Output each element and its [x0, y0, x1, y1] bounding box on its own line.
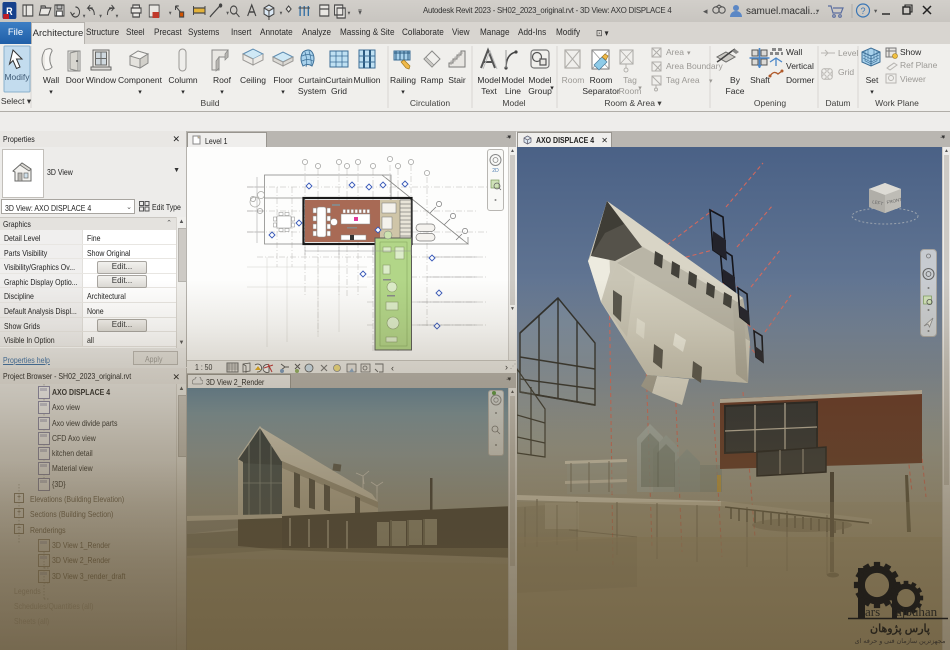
- svg-text:Dormer: Dormer: [786, 75, 815, 85]
- svg-text:Mullion: Mullion: [354, 75, 381, 85]
- svg-text:Wall: Wall: [786, 47, 802, 57]
- svg-text:Curtain: Curtain: [298, 75, 326, 85]
- svg-text:Select ▾: Select ▾: [1, 96, 32, 106]
- svg-text:Floor: Floor: [273, 75, 293, 85]
- svg-text:Window: Window: [86, 75, 117, 85]
- svg-text:▾: ▾: [138, 89, 142, 96]
- svg-text:Door: Door: [66, 75, 85, 85]
- svg-text:▾: ▾: [49, 89, 53, 96]
- svg-text:Circulation: Circulation: [410, 98, 450, 108]
- svg-text:‹: ‹: [391, 363, 394, 373]
- svg-text:Column: Column: [168, 75, 198, 85]
- svg-text:System: System: [298, 86, 326, 96]
- svg-text:Wall: Wall: [43, 75, 59, 85]
- svg-text:▾: ▾: [401, 89, 405, 96]
- svg-text:▾: ▾: [348, 11, 351, 18]
- svg-text:ajouhan: ajouhan: [896, 604, 938, 619]
- svg-text:مجهزترین سازمان فنی و حرفه ای: مجهزترین سازمان فنی و حرفه ای: [855, 637, 946, 645]
- svg-text:Room: Room: [590, 75, 613, 85]
- svg-text:2D: 2D: [492, 168, 499, 174]
- svg-text:Text: Text: [481, 86, 497, 96]
- svg-text:▾: ▾: [99, 14, 102, 21]
- svg-text:▾: ▾: [816, 8, 820, 15]
- svg-text:samuel.macali...: samuel.macali...: [746, 6, 818, 17]
- svg-text:Group: Group: [528, 86, 552, 96]
- svg-text:Ramp: Ramp: [421, 75, 444, 85]
- svg-text:Stair: Stair: [448, 75, 466, 85]
- svg-text:Area Boundary: Area Boundary: [666, 61, 723, 71]
- svg-text:Tag: Tag: [623, 75, 637, 85]
- svg-text:Work Plane: Work Plane: [875, 98, 919, 108]
- svg-text:Area: Area: [666, 47, 684, 57]
- svg-text:▾: ▾: [181, 89, 185, 96]
- svg-text:Grid: Grid: [331, 86, 347, 96]
- svg-text:▾: ▾: [280, 11, 283, 18]
- svg-text:?: ?: [860, 6, 865, 16]
- svg-text:ars: ars: [865, 604, 880, 619]
- svg-text:Level: Level: [838, 48, 858, 58]
- svg-text:▾: ▾: [169, 11, 172, 18]
- svg-text:Model: Model: [477, 75, 500, 85]
- svg-text:Viewer: Viewer: [900, 74, 926, 84]
- svg-text:Railing: Railing: [390, 75, 416, 85]
- svg-text:▾: ▾: [638, 85, 642, 92]
- svg-text:▾: ▾: [870, 89, 874, 96]
- svg-text:▾: ▾: [226, 11, 229, 18]
- svg-text:Modify: Modify: [4, 72, 30, 82]
- svg-text:By: By: [730, 75, 741, 85]
- svg-text:Model: Model: [502, 98, 525, 108]
- svg-text:Room & Area ▾: Room & Area ▾: [604, 98, 662, 108]
- svg-text:▾: ▾: [687, 50, 691, 57]
- svg-text:Build: Build: [201, 98, 220, 108]
- svg-text:Tag Area: Tag Area: [666, 75, 700, 85]
- svg-text:Ceiling: Ceiling: [240, 75, 266, 85]
- svg-text:Component: Component: [118, 75, 163, 85]
- svg-text:▾: ▾: [281, 89, 285, 96]
- svg-text:Model: Model: [501, 75, 524, 85]
- svg-text:Set: Set: [866, 75, 879, 85]
- svg-text:▾: ▾: [220, 89, 224, 96]
- svg-text:Model: Model: [528, 75, 551, 85]
- svg-text:Opening: Opening: [754, 98, 786, 108]
- svg-text:پارس پژوهان: پارس پژوهان: [870, 623, 930, 635]
- svg-text:Datum: Datum: [825, 98, 850, 108]
- svg-text:Room: Room: [562, 75, 585, 85]
- svg-text:Line: Line: [505, 86, 521, 96]
- svg-text:Face: Face: [726, 86, 745, 96]
- svg-text:▾: ▾: [709, 78, 713, 85]
- svg-text:Roof: Roof: [213, 75, 232, 85]
- svg-text:◂: ◂: [703, 6, 708, 16]
- svg-text:▾: ▾: [116, 14, 119, 21]
- svg-text:▾: ▾: [550, 85, 554, 92]
- svg-text:Separator: Separator: [582, 86, 619, 96]
- svg-text:▾: ▾: [874, 8, 878, 15]
- svg-text:Show: Show: [900, 47, 922, 57]
- svg-text:▾̿: ▾̿: [358, 7, 362, 17]
- svg-text:▾: ▾: [83, 14, 86, 21]
- svg-text:Curtain: Curtain: [325, 75, 353, 85]
- svg-text:Vertical: Vertical: [786, 61, 814, 71]
- svg-text:Grid: Grid: [838, 67, 854, 77]
- svg-text:Ref Plane: Ref Plane: [900, 60, 938, 70]
- svg-text:Shaft: Shaft: [750, 75, 770, 85]
